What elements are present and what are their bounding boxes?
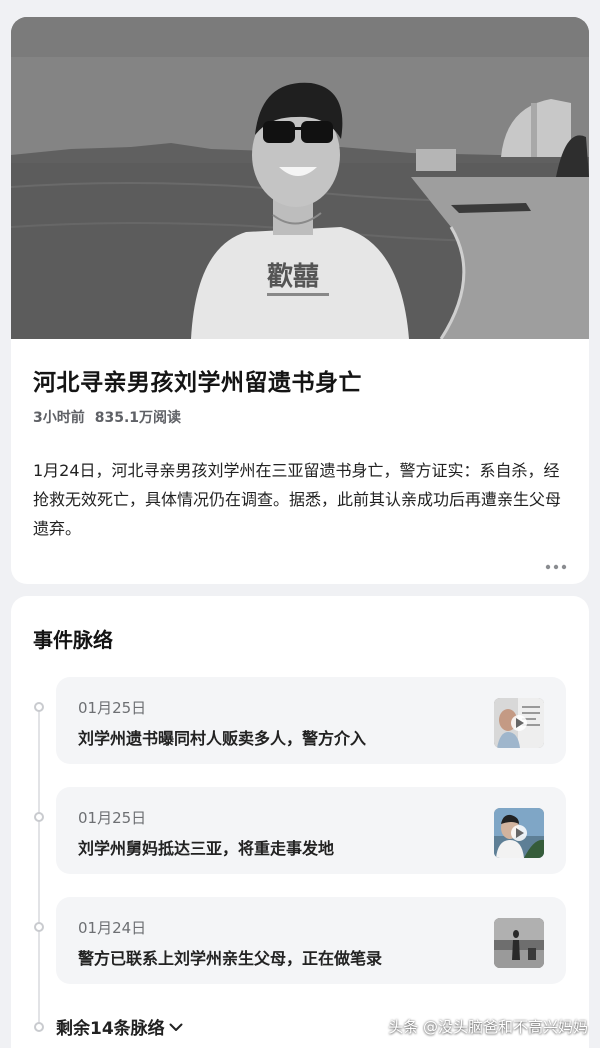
hero-photo-illustration: 歡囍 (11, 17, 589, 339)
article-title[interactable]: 河北寻亲男孩刘学州留遗书身亡 (33, 363, 573, 397)
watermark: 头条 @没头脑爸和不高兴妈妈 (388, 1018, 588, 1036)
event-date: 01月24日 (78, 919, 147, 937)
chevron-down-icon (169, 1023, 183, 1031)
timeline-node (34, 812, 44, 822)
more-options-button[interactable] (545, 555, 567, 574)
timeline-event[interactable]: 01月24日 警方已联系上刘学州亲生父母，正在做笔录 (56, 897, 566, 984)
timeline-node (34, 922, 44, 932)
remaining-count-label: 剩余14条脉络 (56, 1019, 165, 1039)
event-thumbnail (494, 918, 544, 968)
event-headline: 刘学州遗书曝同村人贩卖多人，警方介入 (78, 729, 367, 748)
timeline-title: 事件脉络 (33, 628, 113, 652)
timeline-line (38, 708, 40, 1028)
event-headline: 警方已联系上刘学州亲生父母，正在做笔录 (78, 949, 383, 968)
timeline-node (34, 702, 44, 712)
page: 歡囍 河北寻亲男孩刘学州留遗书身亡 3小时前 835.1万阅读 1月24日，河北寻… (0, 0, 600, 1048)
event-thumbnail (494, 698, 544, 748)
event-thumbnail (494, 808, 544, 858)
timeline-event[interactable]: 01月25日 刘学州舅妈抵达三亚，将重走事发地 (56, 787, 566, 874)
article-card[interactable]: 歡囍 河北寻亲男孩刘学州留遗书身亡 3小时前 835.1万阅读 1月24日，河北寻… (11, 17, 589, 584)
hero-photo[interactable]: 歡囍 (11, 17, 589, 339)
expand-timeline-button[interactable]: 剩余14条脉络 (56, 1014, 183, 1039)
article-reads: 835.1万阅读 (94, 410, 182, 426)
shirt-print: 歡囍 (267, 262, 319, 292)
timeline-card: 事件脉络 01月25日 刘学州遗书曝同村人贩卖多人，警方介入 01月25日 刘学… (11, 596, 589, 1048)
event-date: 01月25日 (78, 699, 147, 717)
article-meta: 3小时前 835.1万阅读 (33, 407, 181, 427)
timeline-node (34, 1022, 44, 1032)
ellipsis-icon (545, 564, 567, 570)
event-headline: 刘学州舅妈抵达三亚，将重走事发地 (78, 839, 335, 858)
article-time: 3小时前 (33, 410, 85, 426)
article-summary: 1月24日，河北寻亲男孩刘学州在三亚留遗书身亡，警方证实：系自杀，经抢救无效死亡… (33, 461, 562, 538)
event-date: 01月25日 (78, 809, 147, 827)
timeline-event[interactable]: 01月25日 刘学州遗书曝同村人贩卖多人，警方介入 (56, 677, 566, 764)
